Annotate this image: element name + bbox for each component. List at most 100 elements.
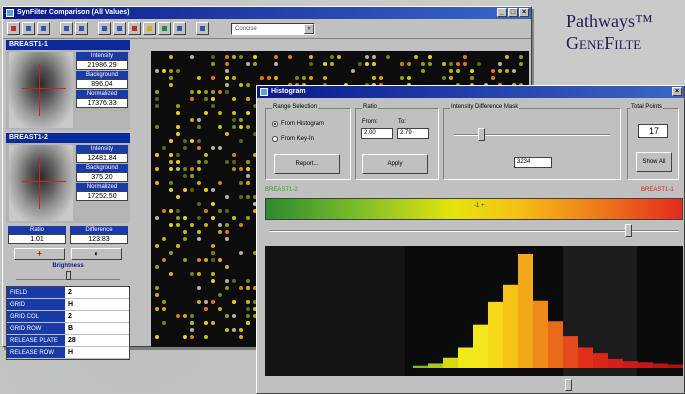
difference-value: 123.83 — [70, 234, 128, 244]
histogram-bar — [488, 301, 503, 368]
array-spot — [183, 174, 187, 178]
array-spot — [232, 300, 236, 304]
close-button[interactable]: × — [519, 8, 529, 17]
array-spot — [183, 188, 187, 192]
minimize-button[interactable]: _ — [497, 8, 507, 17]
field-row: GRID ROW B — [7, 323, 129, 335]
histogram-bar — [638, 362, 653, 368]
brightness-slider[interactable] — [16, 270, 120, 280]
save-icon[interactable] — [173, 22, 186, 35]
chevron-down-icon[interactable]: ▼ — [304, 23, 314, 34]
array-spot — [379, 76, 383, 80]
spot1-thumbnail[interactable] — [9, 52, 73, 128]
array-spot — [225, 132, 229, 136]
array-spot — [400, 76, 404, 80]
histogram-window[interactable]: Histogram × Range Selection From Histogr… — [256, 85, 685, 394]
ratio-to-input[interactable]: 2.79 — [397, 128, 429, 139]
histogram-bar — [533, 300, 548, 368]
array-spot — [155, 216, 159, 220]
array-spot — [176, 195, 180, 199]
array-spot — [246, 314, 250, 318]
array-spot — [456, 69, 460, 73]
array-spot — [218, 181, 222, 185]
array-spot — [190, 328, 194, 332]
range-slider-thumb[interactable] — [625, 224, 632, 237]
scatter-icon[interactable] — [98, 22, 111, 35]
grid-view-icon[interactable] — [7, 22, 20, 35]
histogram-scroll-thumb[interactable] — [565, 379, 572, 391]
show-all-button[interactable]: Show All — [636, 152, 672, 172]
histogram-plot[interactable] — [265, 246, 685, 376]
zoom-icon[interactable] — [60, 22, 73, 35]
columns-icon[interactable] — [22, 22, 35, 35]
report-button[interactable]: Report... — [274, 154, 340, 174]
array-spot — [253, 55, 257, 59]
window-title: SynFilter Comparison (All Values) — [17, 9, 130, 16]
array-spot — [169, 139, 173, 143]
array-spot — [204, 258, 208, 262]
array-spot — [155, 286, 159, 290]
yellow-channel-icon[interactable] — [143, 22, 156, 35]
view-select[interactable]: Concise ▼ — [231, 22, 315, 35]
range-slider-track[interactable] — [269, 230, 679, 232]
mask-slider-thumb[interactable] — [478, 128, 485, 141]
decrease-brightness-button[interactable]: + — [14, 248, 65, 260]
array-spot — [239, 181, 243, 185]
from-histogram-radio[interactable]: From Histogram — [272, 121, 324, 127]
spot2-thumbnail[interactable] — [9, 145, 73, 221]
green-channel-icon[interactable] — [158, 22, 171, 35]
array-spot — [155, 307, 159, 311]
red-channel-icon[interactable] — [128, 22, 141, 35]
center-marker: -1 + — [474, 203, 485, 209]
help-icon[interactable] — [196, 22, 209, 35]
array-spot — [197, 286, 201, 290]
array-spot — [239, 118, 243, 122]
rows-icon[interactable] — [37, 22, 50, 35]
array-spot — [246, 160, 250, 164]
array-spot — [491, 69, 495, 73]
array-spot — [498, 62, 502, 66]
array-spot — [519, 62, 523, 66]
ratio-from-input[interactable]: 2.00 — [361, 128, 393, 139]
histogram-region — [265, 246, 405, 376]
brightness-slider-thumb[interactable] — [66, 271, 71, 280]
array-spot — [197, 167, 201, 171]
array-spot — [197, 125, 201, 129]
histogram-bar — [443, 357, 458, 368]
array-spot — [197, 76, 201, 80]
close-button[interactable]: × — [672, 87, 682, 96]
field-table: FIELD 2 GRID H GRID COL 2 GRID ROW B RELEASE PLA… — [6, 286, 130, 360]
array-spot — [232, 55, 236, 59]
histogram-titlebar[interactable]: Histogram × — [257, 86, 684, 98]
maximize-button[interactable]: □ — [508, 8, 518, 17]
array-spot — [183, 237, 187, 241]
array-spot — [211, 258, 215, 262]
array-spot — [449, 76, 453, 80]
array-spot — [274, 76, 278, 80]
toolbar: Concise ▼ — [3, 19, 531, 39]
background-label: Background — [76, 164, 128, 172]
chart-icon[interactable] — [113, 22, 126, 35]
array-spot — [260, 76, 264, 80]
array-spot — [169, 209, 173, 213]
field-key: RELEASE ROW — [7, 347, 65, 358]
array-spot — [204, 111, 208, 115]
ratio-color-scale: -1 + — [265, 198, 683, 220]
comparison-titlebar[interactable]: SynFilter Comparison (All Values) _ □ × — [3, 7, 531, 19]
array-spot — [225, 237, 229, 241]
array-spot — [169, 272, 173, 276]
array-spot — [183, 335, 187, 339]
histogram-scrollbar[interactable] — [265, 379, 683, 391]
array-spot — [204, 209, 208, 213]
apply-button[interactable]: Apply — [362, 154, 428, 174]
crosshair-icon[interactable] — [75, 22, 88, 35]
from-keyin-radio[interactable]: From Key-In — [272, 136, 314, 142]
array-spot — [428, 55, 432, 59]
array-spot — [330, 62, 334, 66]
array-spot — [407, 76, 411, 80]
from-label: From: — [362, 119, 378, 125]
array-spot — [274, 62, 278, 66]
array-spot — [225, 69, 229, 73]
increase-brightness-button[interactable]: ◐ — [71, 248, 122, 260]
array-spot — [232, 153, 236, 157]
